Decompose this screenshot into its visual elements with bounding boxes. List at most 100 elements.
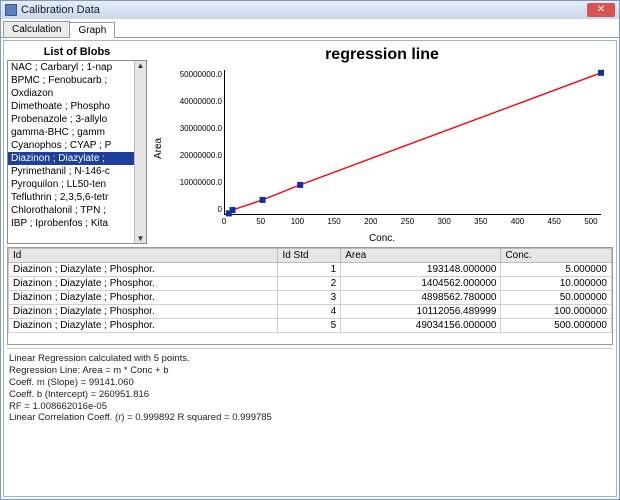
table-cell: 4 (278, 305, 341, 319)
y-tick-label: 0 (168, 205, 222, 215)
table-cell: Diazinon ; Diazylate ; Phosphor. (9, 291, 278, 305)
tab-graph[interactable]: Graph (69, 22, 115, 38)
table-cell: Diazinon ; Diazylate ; Phosphor. (9, 277, 278, 291)
list-item[interactable]: Dimethoate ; Phospho (8, 100, 134, 113)
x-tick-label: 350 (471, 217, 491, 231)
tab-calculation[interactable]: Calculation (3, 21, 70, 37)
table-header[interactable]: Id (9, 249, 278, 263)
info-line: Regression Line: Area = m * Conc + b (9, 365, 611, 377)
scroll-up-icon[interactable]: ▲ (137, 61, 145, 70)
data-point (230, 207, 236, 213)
table-cell: Diazinon ; Diazylate ; Phosphor. (9, 305, 278, 319)
table-cell: 4898562.780000 (341, 291, 501, 305)
data-table-wrap: IdId StdAreaConc. Diazinon ; Diazylate ;… (7, 247, 613, 345)
info-line: RF = 1.008662016e-05 (9, 401, 611, 413)
table-row[interactable]: Diazinon ; Diazylate ; Phosphor.34898562… (9, 291, 612, 305)
table-header-row: IdId StdAreaConc. (9, 249, 612, 263)
table-cell: 10.000000 (501, 277, 612, 291)
x-tick-label: 250 (397, 217, 417, 231)
window: Calibration Data ✕ Calculation Graph Lis… (0, 0, 620, 500)
list-item[interactable]: Diazinon ; Diazylate ; (8, 152, 134, 165)
info-line: Coeff. m (Slope) = 99141.060 (9, 377, 611, 389)
table-cell: 5 (278, 319, 341, 333)
blobs-title: List of Blobs (7, 44, 147, 60)
table-cell: 5.000000 (501, 263, 612, 277)
list-item[interactable]: Pyrimethanil ; N-146-c (8, 165, 134, 178)
list-item[interactable]: IBP ; Iprobenfos ; Kita (8, 217, 134, 230)
list-item[interactable]: BPMC ; Fenobucarb ; (8, 74, 134, 87)
table-body: Diazinon ; Diazylate ; Phosphor.1193148.… (9, 263, 612, 333)
body: List of Blobs NAC ; Carbaryl ; 1-napBPMC… (3, 40, 617, 497)
list-item[interactable]: Probenazole ; 3-allylo (8, 113, 134, 126)
x-axis-ticks: 050100150200250300350400450500 (224, 217, 601, 231)
y-tick-label: 10000000.0 (168, 178, 222, 188)
info-line: Linear Correlation Coeff. (r) = 0.999892… (9, 412, 611, 424)
table-cell: Diazinon ; Diazylate ; Phosphor. (9, 263, 278, 277)
x-tick-label: 0 (214, 217, 234, 231)
chart-series (225, 70, 601, 214)
x-tick-label: 500 (581, 217, 601, 231)
chart-title: regression line (325, 44, 439, 64)
y-tick-label: 40000000.0 (168, 97, 222, 107)
x-tick-label: 300 (434, 217, 454, 231)
table-cell: 500.000000 (501, 319, 612, 333)
list-item[interactable]: Chlorothalonil ; TPN ; (8, 204, 134, 217)
table-cell: 3 (278, 291, 341, 305)
x-tick-label: 450 (544, 217, 564, 231)
info-line: Coeff. b (Intercept) = 260951.816 (9, 389, 611, 401)
regression-line (229, 73, 601, 214)
list-item[interactable]: gamma-BHC ; gamm (8, 126, 134, 139)
table-cell: 193148.000000 (341, 263, 501, 277)
y-tick-label: 50000000.0 (168, 70, 222, 80)
y-axis-ticks: 50000000.0 40000000.0 30000000.0 20000000.0… (168, 70, 222, 215)
table-row[interactable]: Diazinon ; Diazylate ; Phosphor.21404562… (9, 277, 612, 291)
data-point (598, 70, 604, 76)
close-button[interactable]: ✕ (587, 3, 615, 17)
table-header[interactable]: Area (341, 249, 501, 263)
chart-panel: regression line Area 50000000.0 40000000.… (151, 44, 613, 244)
list-item[interactable]: Pyroquilon ; LL50-ten (8, 178, 134, 191)
table-row[interactable]: Diazinon ; Diazylate ; Phosphor.41011205… (9, 305, 612, 319)
table-cell: 10112056.489999 (341, 305, 501, 319)
window-title: Calibration Data (21, 4, 100, 16)
table-cell: 49034156.000000 (341, 319, 501, 333)
blobs-panel: List of Blobs NAC ; Carbaryl ; 1-napBPMC… (7, 44, 147, 244)
tab-strip: Calculation Graph (1, 21, 619, 38)
data-point (260, 197, 266, 203)
chart-ylabel: Area (151, 64, 166, 233)
x-tick-label: 100 (287, 217, 307, 231)
blobs-list[interactable]: NAC ; Carbaryl ; 1-napBPMC ; Fenobucarb … (7, 60, 147, 244)
titlebar: Calibration Data ✕ (1, 1, 619, 19)
scroll-down-icon[interactable]: ▼ (137, 234, 145, 243)
list-item[interactable]: Tefluthrin ; 2,3,5,6-tetr (8, 191, 134, 204)
regression-info: Linear Regression calculated with 5 poin… (7, 348, 613, 493)
table-cell: 1404562.000000 (341, 277, 501, 291)
x-tick-label: 50 (251, 217, 271, 231)
plot-area (224, 70, 601, 215)
table-cell: Diazinon ; Diazylate ; Phosphor. (9, 319, 278, 333)
data-point (297, 182, 303, 188)
table-cell: 1 (278, 263, 341, 277)
y-tick-label: 20000000.0 (168, 151, 222, 161)
table-header[interactable]: Conc. (501, 249, 612, 263)
chart-xlabel: Conc. (369, 233, 395, 244)
table-row[interactable]: Diazinon ; Diazylate ; Phosphor.54903415… (9, 319, 612, 333)
list-item[interactable]: Cyanophos ; CYAP ; P (8, 139, 134, 152)
app-icon (5, 4, 17, 16)
x-tick-label: 400 (508, 217, 528, 231)
table-cell: 50.000000 (501, 291, 612, 305)
y-tick-label: 30000000.0 (168, 124, 222, 134)
list-item[interactable]: NAC ; Carbaryl ; 1-nap (8, 61, 134, 74)
blobs-items: NAC ; Carbaryl ; 1-napBPMC ; Fenobucarb … (8, 61, 134, 243)
x-tick-label: 150 (324, 217, 344, 231)
blobs-scrollbar[interactable]: ▲ ▼ (134, 61, 146, 243)
chart-plot: 50000000.0 40000000.0 30000000.0 20000000.0… (168, 70, 605, 231)
close-icon: ✕ (597, 5, 605, 15)
data-table: IdId StdAreaConc. Diazinon ; Diazylate ;… (8, 248, 612, 333)
table-cell: 2 (278, 277, 341, 291)
list-item[interactable]: Oxdiazon (8, 87, 134, 100)
x-tick-label: 200 (361, 217, 381, 231)
table-header[interactable]: Id Std (278, 249, 341, 263)
table-cell: 100.000000 (501, 305, 612, 319)
table-row[interactable]: Diazinon ; Diazylate ; Phosphor.1193148.… (9, 263, 612, 277)
